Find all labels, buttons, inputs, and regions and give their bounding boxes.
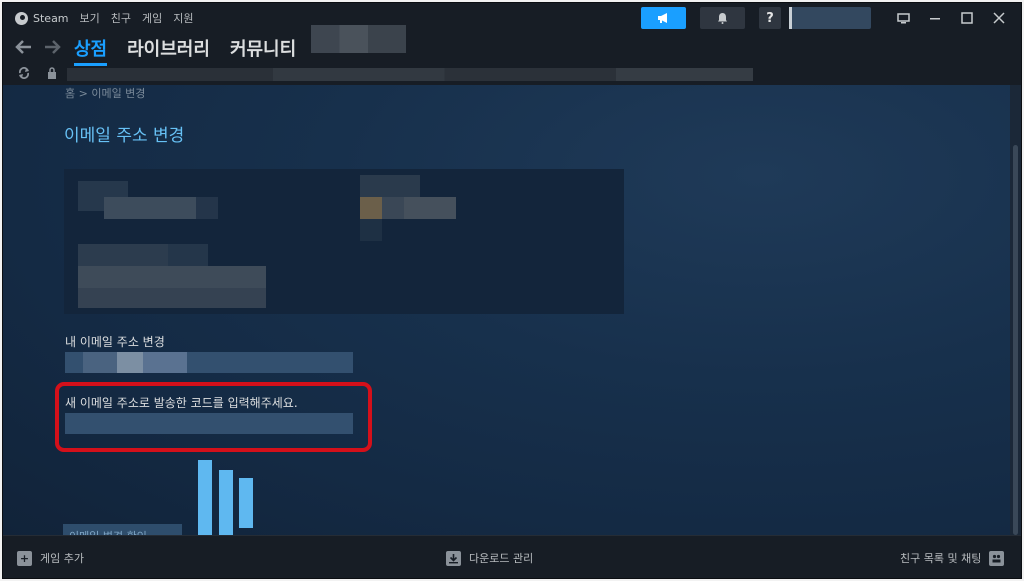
account-menu[interactable] [789,7,871,29]
add-game-label: 게임 추가 [40,552,84,565]
account-info-panel-redacted [64,169,624,314]
history-arrows [15,39,61,55]
download-icon [446,550,461,566]
menu-item-support[interactable]: 지원 [173,10,193,26]
menu-item-view[interactable]: 보기 [80,10,100,26]
url-icons [17,67,57,79]
notifications-button[interactable] [700,7,745,29]
minimize-button[interactable] [919,7,951,29]
main-nav-tabs: 상점 라이브러리 커뮤니티 [74,35,296,66]
add-game-button[interactable]: + 게임 추가 [17,550,84,566]
monitor-icon [896,12,910,23]
friends-chat-icon [989,550,1005,566]
steam-logo-icon [15,11,28,25]
footer-bar: + 게임 추가 다운로드 관리 친구 목록 및 채팅 [3,535,1021,578]
lock-icon [48,67,56,79]
minimize-icon [930,18,940,20]
tab-store[interactable]: 상점 [74,35,108,66]
verification-code-label: 새 이메일 주소로 발송한 코드를 입력해주세요. [65,396,298,410]
menu-bar: Steam 보기 친구 게임 지원 ? [3,3,1021,33]
profile-tab-redacted[interactable] [311,25,406,53]
loading-bar-3 [239,478,253,528]
breadcrumb[interactable]: 홈 > 이메일 변경 [65,85,145,101]
menu-left: Steam 보기 친구 게임 지원 [15,10,194,26]
menu-item-games[interactable]: 게임 [142,10,162,26]
announcements-button[interactable] [641,7,686,29]
maximize-icon [961,12,973,24]
back-arrow-icon[interactable] [15,39,33,55]
loading-bar-2 [219,470,233,535]
confirm-email-change-button[interactable]: 이메일 변경 확인 [63,524,182,535]
add-game-icon: + [17,550,32,566]
url-row [3,63,1021,85]
megaphone-icon [657,13,667,23]
page-title: 이메일 주소 변경 [64,126,185,146]
menu-item-friends[interactable]: 친구 [111,10,131,26]
current-email-label: 내 이메일 주소 변경 [65,335,165,349]
reload-icon[interactable] [17,67,31,79]
forward-arrow-icon[interactable] [43,39,61,55]
big-picture-button[interactable] [887,7,919,29]
current-email-field[interactable] [65,352,353,373]
downloads-button[interactable]: 다운로드 관리 [446,550,533,566]
downloads-label: 다운로드 관리 [469,552,534,565]
friends-chat-button[interactable]: 친구 목록 및 채팅 [900,550,1005,566]
steam-menu[interactable]: Steam [15,11,69,25]
steam-menu-label: Steam [33,11,69,25]
page-scrollbar[interactable] [1010,85,1021,535]
steam-window: Steam 보기 친구 게임 지원 ? 상점 라이브러리 커뮤니티 홈 > 이메… [2,2,1022,579]
friends-chat-label: 친구 목록 및 채팅 [900,552,982,565]
close-button[interactable] [983,7,1015,29]
scrollbar-thumb[interactable] [1013,145,1018,535]
help-button[interactable]: ? [759,7,781,29]
navigation-row: 상점 라이브러리 커뮤니티 [3,33,1021,66]
url-bar-redacted[interactable] [67,68,753,81]
loading-bar-1 [198,460,212,535]
tab-community[interactable]: 커뮤니티 [230,35,296,61]
store-page-content: 홈 > 이메일 변경 이메일 주소 변경 내 이메일 주소 변경 새 이메일 주… [3,85,1012,535]
window-controls [887,7,1015,29]
menu-right: ? [641,7,1015,29]
close-icon [993,12,1005,24]
verification-code-input[interactable] [65,413,353,434]
tab-library[interactable]: 라이브러리 [127,35,210,61]
maximize-button[interactable] [951,7,983,29]
bell-icon [718,13,727,24]
